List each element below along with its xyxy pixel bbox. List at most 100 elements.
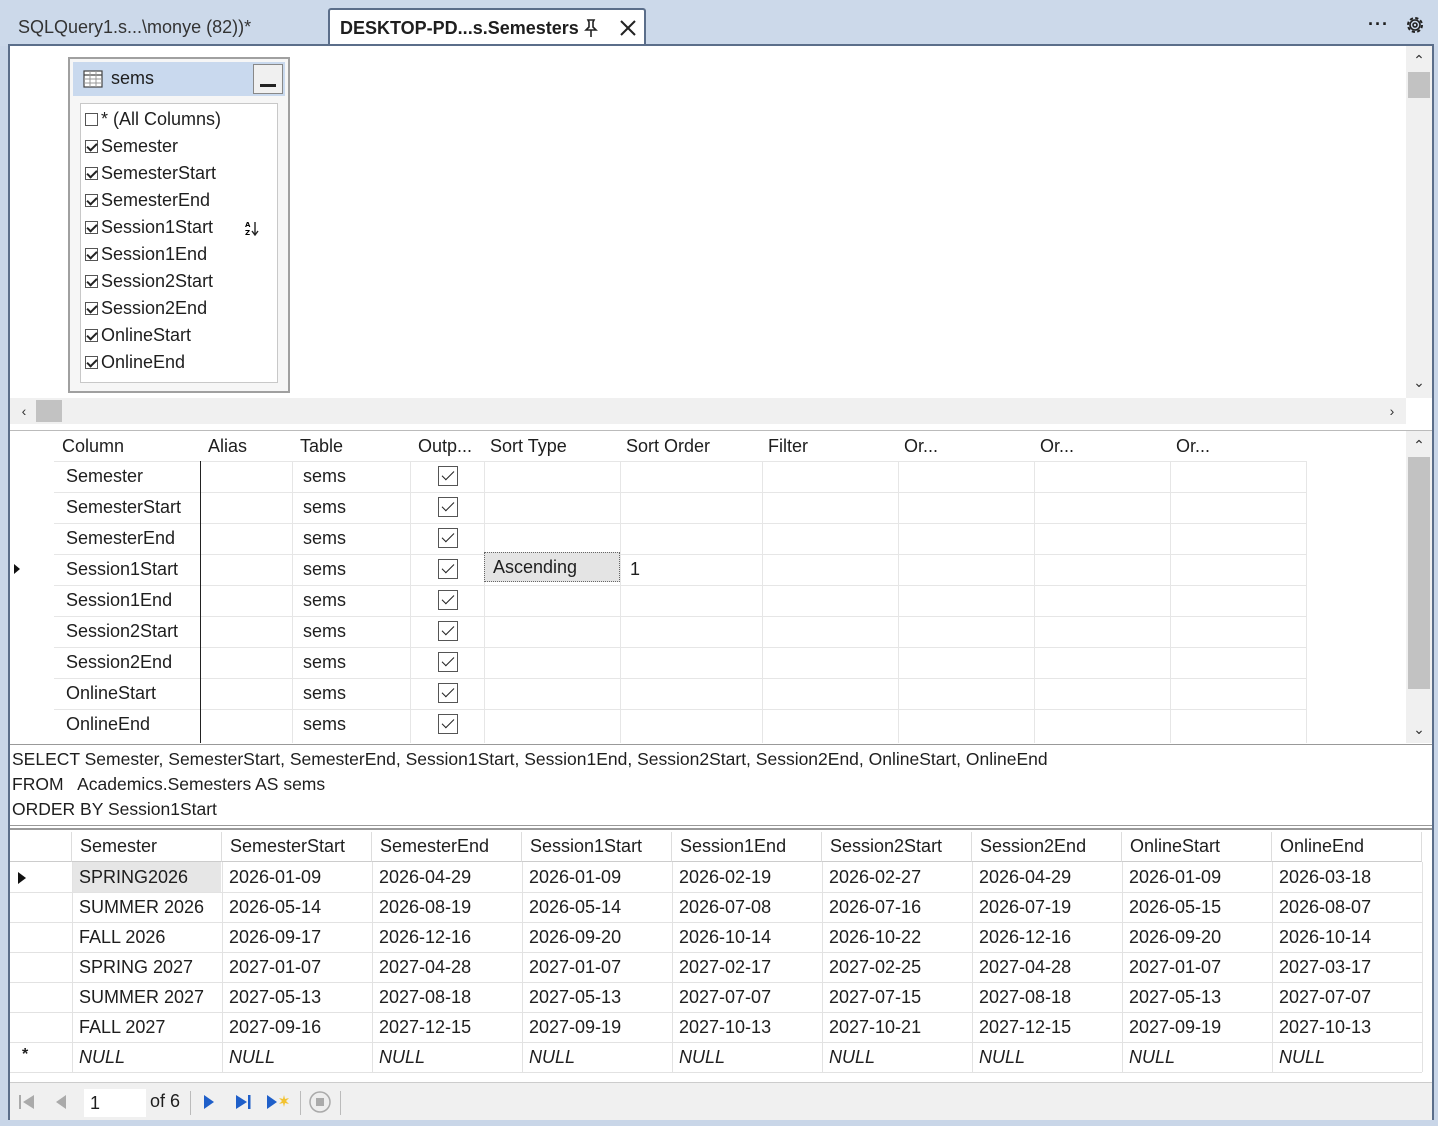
criteria-column-cell[interactable]: SemesterEnd [56,523,175,554]
criteria-header-sort-order[interactable]: Sort Order [620,431,762,461]
gear-icon[interactable] [1404,14,1426,36]
result-cell[interactable]: 2026-04-29 [973,862,1071,892]
result-cell[interactable]: NULL [73,1042,125,1072]
scroll-thumb[interactable] [36,400,62,422]
output-checkbox[interactable] [438,559,458,579]
result-cell[interactable]: 2026-07-19 [973,892,1071,922]
result-cell[interactable]: 2027-05-13 [523,982,621,1012]
criteria-table-cell[interactable]: sems [293,461,346,492]
result-cell[interactable]: 2027-04-28 [973,952,1071,982]
scroll-thumb[interactable] [1408,72,1430,98]
sql-pane[interactable]: SELECT Semester, SemesterStart, Semester… [10,744,1432,826]
column-checkbox[interactable] [85,220,98,234]
column-item-onlineend[interactable]: OnlineEnd [85,349,185,375]
scroll-up-icon[interactable]: ⌃ [1409,50,1429,70]
sort-order-cell[interactable]: 1 [620,554,640,585]
result-cell[interactable]: SUMMER 2027 [73,982,204,1012]
result-cell[interactable]: 2026-05-15 [1123,892,1221,922]
result-cell[interactable]: 2027-05-13 [223,982,321,1012]
results-header-session1start[interactable]: Session1Start [522,832,672,862]
first-record-icon[interactable] [16,1091,38,1113]
scroll-up-icon[interactable]: ⌃ [1409,435,1429,455]
output-checkbox[interactable] [438,683,458,703]
criteria-column-cell[interactable]: Session2Start [56,616,178,647]
result-cell[interactable]: FALL 2027 [73,1012,165,1042]
last-record-icon[interactable] [232,1091,254,1113]
result-cell[interactable]: 2026-08-19 [373,892,471,922]
result-cell[interactable]: 2027-10-21 [823,1012,921,1042]
result-cell[interactable]: 2027-09-16 [223,1012,321,1042]
result-cell[interactable]: SPRING2026 [73,862,221,892]
criteria-header-or-1[interactable]: Or... [898,431,1034,461]
criteria-column-cell[interactable]: Semester [56,461,143,492]
criteria-header-sort-type[interactable]: Sort Type [484,431,620,461]
results-header-semester[interactable]: Semester [72,832,222,862]
more-options-icon[interactable]: ··· [1368,14,1390,34]
sort-type-cell[interactable]: Ascending [484,552,620,582]
next-record-icon[interactable] [198,1091,220,1113]
criteria-header-table[interactable]: Table [294,431,410,461]
criteria-column-cell[interactable]: OnlineEnd [56,709,150,740]
criteria-table-cell[interactable]: sems [293,492,346,523]
result-cell[interactable]: 2026-01-09 [1123,862,1221,892]
result-cell[interactable]: 2027-12-15 [973,1012,1071,1042]
column-item-semesterend[interactable]: SemesterEnd [85,187,210,213]
column-checkbox[interactable] [85,274,98,288]
result-cell[interactable]: SUMMER 2026 [73,892,204,922]
output-checkbox[interactable] [438,528,458,548]
criteria-table-cell[interactable]: sems [293,678,346,709]
result-cell[interactable]: 2026-03-18 [1273,862,1371,892]
result-cell[interactable]: 2026-10-14 [673,922,771,952]
column-item-semesterstart[interactable]: SemesterStart [85,160,216,186]
result-cell[interactable]: 2026-09-20 [523,922,621,952]
result-cell[interactable]: 2027-07-07 [1273,982,1371,1012]
result-cell[interactable]: 2026-09-20 [1123,922,1221,952]
criteria-header-column[interactable]: Column [56,431,200,461]
criteria-table-cell[interactable]: sems [293,523,346,554]
result-cell[interactable]: 2026-02-27 [823,862,921,892]
result-cell[interactable]: 2027-03-17 [1273,952,1371,982]
column-checkbox[interactable] [85,112,98,126]
stop-icon[interactable] [308,1090,332,1114]
result-cell[interactable]: 2027-07-07 [673,982,771,1012]
results-header-onlineend[interactable]: OnlineEnd [1272,832,1422,862]
tab-sqlquery1[interactable]: SQLQuery1.s...\monye (82))* [8,8,326,46]
criteria-column-cell[interactable]: Session1End [56,585,172,616]
criteria-column-cell[interactable]: Session2End [56,647,172,678]
result-cell[interactable]: 2027-07-15 [823,982,921,1012]
column-item-session1start[interactable]: Session1Start [85,214,213,240]
scroll-left-icon[interactable]: ‹ [14,401,34,421]
column-item-session2start[interactable]: Session2Start [85,268,213,294]
tab-semesters[interactable]: DESKTOP-PD...s.Semesters [328,8,646,46]
diagram-vertical-scrollbar[interactable]: ⌃ ⌄ [1406,46,1432,398]
result-cell[interactable]: 2027-02-25 [823,952,921,982]
column-checkbox[interactable] [85,247,98,261]
results-header-onlinestart[interactable]: OnlineStart [1122,832,1272,862]
result-cell[interactable]: 2026-09-17 [223,922,321,952]
output-checkbox[interactable] [438,590,458,610]
result-cell[interactable]: 2026-07-16 [823,892,921,922]
scroll-thumb[interactable] [1408,457,1430,689]
output-checkbox[interactable] [438,621,458,641]
result-cell[interactable]: NULL [1123,1042,1175,1072]
scroll-down-icon[interactable]: ⌄ [1409,719,1429,739]
criteria-column-cell[interactable]: OnlineStart [56,678,156,709]
criteria-header-output[interactable]: Outp... [412,431,484,461]
current-record-input[interactable]: 1 [84,1089,146,1117]
result-cell[interactable]: 2026-04-29 [373,862,471,892]
output-checkbox[interactable] [438,497,458,517]
criteria-header-filter[interactable]: Filter [762,431,898,461]
column-checkbox[interactable] [85,355,98,369]
pin-icon[interactable] [582,18,600,38]
criteria-table-cell[interactable]: sems [293,616,346,647]
output-checkbox[interactable] [438,652,458,672]
result-cell[interactable]: 2026-10-14 [1273,922,1371,952]
minimize-button[interactable] [253,64,283,94]
result-cell[interactable]: 2027-12-15 [373,1012,471,1042]
result-cell[interactable]: NULL [823,1042,875,1072]
table-box-sems[interactable]: sems * (All Columns) Semester SemesterSt… [68,57,290,393]
results-corner-header[interactable] [10,832,72,862]
new-record-icon[interactable] [264,1091,292,1113]
criteria-column-cell[interactable]: SemesterStart [56,492,181,523]
criteria-table-cell[interactable]: sems [293,554,346,585]
